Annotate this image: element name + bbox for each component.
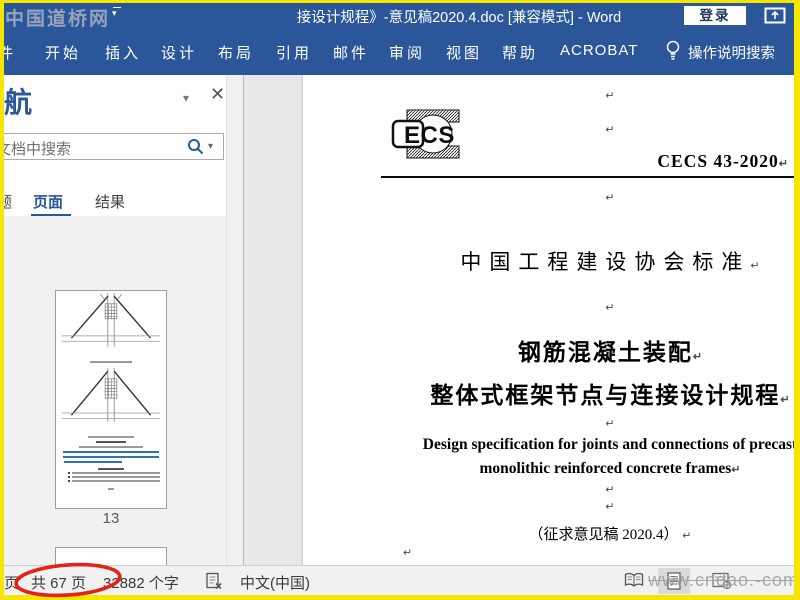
search-dropdown-caret-icon[interactable]: ▾ (208, 141, 213, 152)
tracked-change-line (63, 451, 159, 453)
proofing-error-icon[interactable] (205, 572, 223, 595)
navigation-pane-title: 导航 (4, 87, 33, 118)
joint-diagram-2 (61, 368, 161, 422)
standard-code: CECS 43-2020↵ (657, 151, 789, 171)
title-rule (381, 176, 794, 178)
page-thumbnails-panel: 13 (4, 216, 226, 595)
main-area: 导航 ▾ ✕ 在文档中搜索 ▾ 标题 页面 结果 (4, 75, 794, 595)
figure-title-bar (96, 441, 126, 443)
figure-legend-bar (79, 446, 143, 448)
navigation-pane: 导航 ▾ ✕ 在文档中搜索 ▾ 标题 页面 结果 (4, 75, 243, 595)
lightbulb-icon (664, 39, 682, 66)
word-window: 中国道桥网 ▾ 接设计规程》-意见稿2020.4.doc [兼容模式] - Wo… (4, 3, 794, 595)
tab-layout[interactable]: 布局 (218, 42, 254, 63)
document-page[interactable]: ↵ ↵ ECS CECS 43-2020↵ ↵ 中国工程建设协会标准↵ ↵ 钢筋… (303, 75, 794, 565)
nav-tab-results[interactable]: 结果 (95, 191, 125, 212)
paragraph-mark: ↵ (605, 192, 615, 204)
ribbon-display-options-icon[interactable] (764, 7, 786, 29)
tell-me-search[interactable]: 操作说明搜索 (688, 42, 775, 63)
list-item-bar (68, 480, 160, 482)
status-bar: 页 共 67 页 32882 个字 中文(中国) www.cndao.-com (4, 565, 794, 595)
paragraph-mark: ↵ (692, 351, 703, 363)
nav-tab-strip: 标题 页面 结果 (4, 183, 243, 218)
nav-tab-headings[interactable]: 标题 (4, 191, 12, 212)
paragraph-mark: ↵ (403, 547, 413, 559)
status-total-pages[interactable]: 共 67 页 (31, 572, 86, 593)
status-page-fragment[interactable]: 页 (4, 572, 19, 593)
document-title-en-line1: Design specification for joints and conn… (422, 436, 794, 453)
tab-home[interactable]: 开始 (45, 42, 81, 63)
paragraph-mark: ↵ (605, 302, 615, 314)
document-search-input[interactable]: 在文档中搜索 ▾ (4, 133, 224, 160)
paragraph-mark: ↵ (605, 484, 615, 496)
site-watermark-status: www.cndao.-com (648, 570, 794, 590)
tracked-change-line (64, 461, 122, 463)
tab-acrobat[interactable]: ACROBAT (560, 42, 638, 59)
search-magnifier-icon[interactable] (187, 138, 204, 160)
nav-tab-pages[interactable]: 页面 (33, 191, 63, 212)
screenshot-frame: 中国道桥网 ▾ 接设计规程》-意见稿2020.4.doc [兼容模式] - Wo… (0, 0, 800, 600)
document-title-cn-line1: 钢筋混凝土装配↵ (517, 339, 703, 365)
svg-text:ECS: ECS (404, 122, 455, 149)
tracked-change-line (63, 456, 159, 458)
paragraph-mark: ↵ (605, 418, 615, 430)
document-title: 接设计规程》-意见稿2020.4.doc [兼容模式] - Word (296, 10, 622, 26)
list-item-bar (68, 476, 160, 478)
tab-mailings[interactable]: 邮件 (333, 42, 369, 63)
tab-view[interactable]: 视图 (446, 42, 482, 63)
tab-design[interactable]: 设计 (161, 42, 197, 63)
tab-review[interactable]: 审阅 (389, 42, 425, 63)
association-standard-title: 中国工程建设协会标准↵ (460, 250, 760, 274)
page-number-bar (108, 488, 114, 490)
paragraph-mark: ↵ (605, 124, 615, 136)
nav-scrollbar-track[interactable] (226, 75, 243, 565)
section-heading-bar (98, 468, 124, 470)
figure-caption-bar (90, 361, 132, 363)
document-title-cn-line2: 整体式框架节点与连接设计规程↵ (430, 382, 790, 408)
figure-caption-bar (88, 436, 134, 438)
paragraph-mark: ↵ (605, 90, 615, 102)
document-area: ↵ ↵ ECS CECS 43-2020↵ ↵ 中国工程建设协会标准↵ ↵ 钢筋… (244, 75, 794, 565)
search-placeholder: 在文档中搜索 (4, 141, 72, 158)
read-mode-icon[interactable] (624, 572, 644, 593)
thumbnail-page-number: 13 (102, 510, 120, 527)
ribbon-tab-bar: 件 开始 插入 设计 布局 引用 邮件 审阅 视图 帮助 ACROBAT 操作说… (4, 27, 794, 75)
paragraph-mark: ↵ (682, 530, 692, 542)
list-item-bar (68, 472, 160, 474)
status-word-count[interactable]: 32882 个字 (103, 572, 179, 593)
tab-insert[interactable]: 插入 (105, 42, 141, 63)
login-button[interactable]: 登录 (684, 6, 746, 25)
tab-help[interactable]: 帮助 (502, 42, 538, 63)
thumbnail-page-13[interactable] (55, 290, 167, 509)
paragraph-mark: ↵ (750, 260, 760, 272)
document-title-en-line2: monolithic reinforced concrete frames↵ (479, 460, 741, 477)
joint-diagram-1 (61, 293, 161, 347)
title-bar: 中国道桥网 ▾ 接设计规程》-意见稿2020.4.doc [兼容模式] - Wo… (4, 3, 794, 30)
nav-options-caret-icon[interactable]: ▾ (183, 91, 189, 105)
paragraph-mark: ↵ (778, 158, 789, 170)
paragraph-mark: ↵ (605, 501, 615, 513)
quick-access-dropdown-icon[interactable]: ▾ (112, 7, 121, 18)
tab-references[interactable]: 引用 (276, 42, 312, 63)
tab-file[interactable]: 件 (4, 42, 14, 63)
paragraph-mark: ↵ (731, 464, 741, 476)
status-language[interactable]: 中文(中国) (240, 572, 310, 593)
nav-close-icon[interactable]: ✕ (210, 84, 225, 105)
paragraph-mark: ↵ (780, 394, 790, 406)
draft-note: （征求意见稿 2020.4） ↵ (528, 527, 692, 543)
